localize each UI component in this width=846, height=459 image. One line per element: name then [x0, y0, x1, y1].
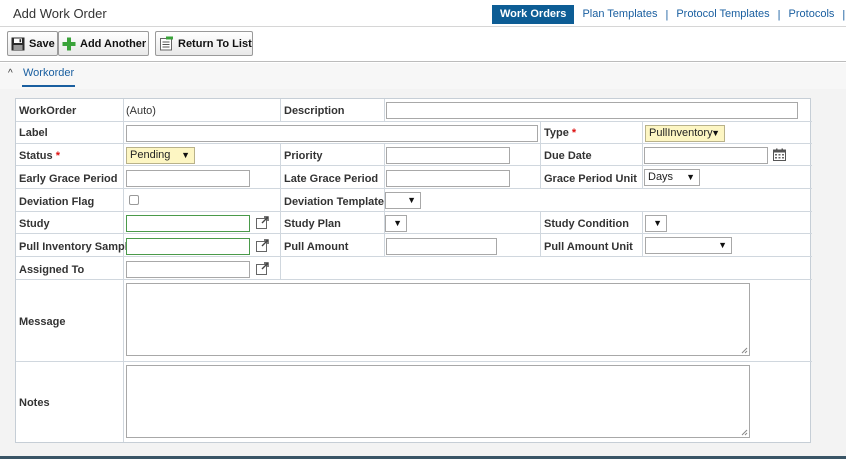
open-lookup-icon[interactable]: [256, 262, 269, 275]
add-another-label: Add Another: [80, 37, 147, 50]
due-date-label: Due Date: [544, 150, 592, 162]
assigned-to-input[interactable]: [126, 261, 250, 278]
open-lookup-icon[interactable]: [256, 239, 269, 252]
early-grace-period-input[interactable]: [126, 170, 250, 187]
study-plan-select[interactable]: ▼: [385, 215, 407, 232]
page-title: Add Work Order: [13, 6, 107, 21]
label-label: Label: [19, 127, 48, 139]
status-label: Status *: [19, 150, 60, 162]
tab-protocols[interactable]: Protocols: [781, 5, 843, 24]
message-label: Message: [19, 316, 66, 328]
type-select-value: PullInventory: [649, 127, 713, 139]
due-date-input[interactable]: [644, 147, 768, 164]
type-select[interactable]: PullInventory ▼: [645, 125, 725, 142]
section-bar: ^ Workorder: [0, 63, 846, 89]
save-button[interactable]: Save: [7, 31, 58, 56]
grace-period-unit-select[interactable]: Days ▼: [644, 169, 700, 186]
chevron-down-icon: ▼: [718, 240, 727, 250]
save-label: Save: [29, 37, 55, 50]
collapse-icon[interactable]: ^: [8, 68, 13, 79]
floppy-disk-icon: [11, 37, 25, 50]
deviation-flag-checkbox[interactable]: [129, 195, 139, 205]
deviation-template-select[interactable]: ▼: [385, 192, 421, 209]
pull-amount-input[interactable]: [386, 238, 497, 255]
study-plan-label: Study Plan: [284, 218, 341, 230]
tab-plan-templates[interactable]: Plan Templates: [574, 5, 665, 24]
deviation-template-label: Deviation Template: [284, 196, 385, 208]
late-grace-period-label: Late Grace Period: [284, 173, 379, 185]
description-label: Description: [284, 105, 345, 117]
plus-icon: [62, 37, 76, 50]
priority-label: Priority: [284, 150, 323, 162]
pull-inventory-sample-label: Pull Inventory Sample: [19, 241, 134, 253]
list-icon: [160, 36, 173, 51]
late-grace-period-input[interactable]: [386, 170, 510, 187]
pull-amount-unit-select[interactable]: ▼: [645, 237, 732, 254]
notes-textarea[interactable]: [126, 365, 750, 438]
calendar-icon[interactable]: [773, 148, 786, 161]
chevron-down-icon: ▼: [181, 150, 190, 160]
chevron-down-icon: ▼: [393, 218, 402, 228]
workorder-value: (Auto): [126, 105, 156, 117]
type-label: Type *: [544, 127, 577, 139]
description-input[interactable]: [386, 102, 798, 119]
chevron-down-icon: ▼: [711, 128, 720, 138]
deviation-flag-label: Deviation Flag: [19, 196, 95, 208]
pull-inventory-sample-input[interactable]: [126, 238, 250, 255]
tab-workorder[interactable]: Workorder: [22, 65, 76, 87]
label-input[interactable]: [126, 125, 538, 142]
return-to-list-button[interactable]: Return To List: [155, 31, 253, 56]
required-marker: *: [55, 150, 60, 162]
pull-amount-label: Pull Amount: [284, 241, 349, 253]
resize-grip-icon[interactable]: [741, 429, 748, 436]
toolbar: Save Add Another Return To List: [0, 28, 846, 62]
study-input[interactable]: [126, 215, 250, 232]
grace-period-unit-label: Grace Period Unit: [544, 173, 637, 185]
early-grace-period-label: Early Grace Period: [19, 173, 118, 185]
chevron-down-icon: ▼: [653, 218, 662, 228]
study-condition-label: Study Condition: [544, 218, 629, 230]
chevron-down-icon: ▼: [686, 172, 695, 182]
open-lookup-icon[interactable]: [256, 216, 269, 229]
grace-period-unit-value: Days: [648, 171, 674, 183]
resize-grip-icon[interactable]: [741, 347, 748, 354]
priority-input[interactable]: [386, 147, 510, 164]
notes-label: Notes: [19, 397, 50, 409]
top-nav: Work Orders Plan Templates | Protocol Te…: [492, 5, 845, 24]
chevron-down-icon: ▼: [407, 195, 416, 205]
workorder-form: WorkOrder (Auto) Description Label Type …: [15, 98, 812, 443]
pull-amount-unit-label: Pull Amount Unit: [544, 241, 633, 253]
message-textarea[interactable]: [126, 283, 750, 356]
workorder-label: WorkOrder: [19, 105, 77, 117]
assigned-to-label: Assigned To: [19, 264, 85, 276]
nav-separator: |: [842, 8, 846, 21]
tab-work-orders[interactable]: Work Orders: [492, 5, 575, 24]
status-select-value: Pending: [130, 149, 171, 161]
study-condition-select[interactable]: ▼: [645, 215, 667, 232]
return-to-list-label: Return To List: [178, 37, 252, 50]
add-another-button[interactable]: Add Another: [58, 31, 149, 56]
tab-protocol-templates[interactable]: Protocol Templates: [668, 5, 777, 24]
study-label: Study: [19, 218, 50, 230]
status-select[interactable]: Pending ▼: [126, 147, 195, 164]
required-marker: *: [571, 127, 577, 139]
title-bar: Add Work Order Work Orders Plan Template…: [0, 0, 846, 27]
